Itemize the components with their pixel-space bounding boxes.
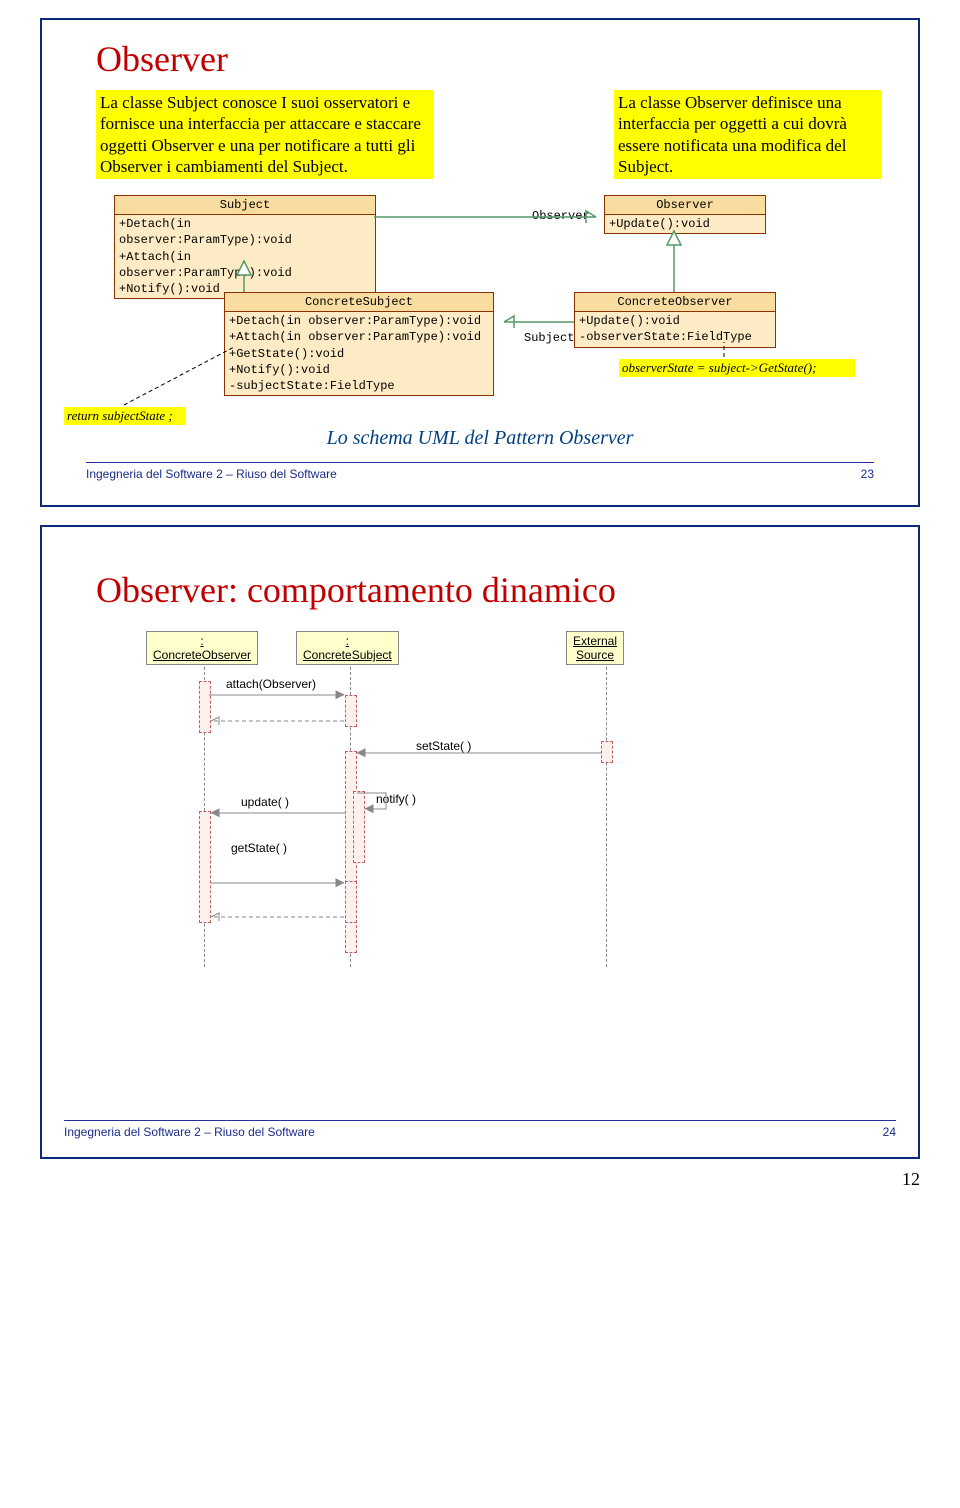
slide-24: Observer: comportamento dinamico : Concr… — [40, 525, 920, 1159]
footer-num: 24 — [883, 1125, 896, 1139]
slide-23: Observer La classe Subject conosce I suo… — [40, 18, 920, 507]
footer-num: 23 — [861, 467, 874, 481]
note-observer: La classe Observer definisce una interfa… — [614, 90, 882, 179]
slide-footer: Ingegneria del Software 2 – Riuso del So… — [64, 1125, 896, 1139]
seq-arrows — [86, 621, 786, 971]
slide-title: Observer: comportamento dinamico — [96, 569, 896, 611]
topnotes-row: La classe Subject conosce I suoi osserva… — [96, 90, 882, 179]
slide-footer: Ingegneria del Software 2 – Riuso del So… — [86, 467, 874, 481]
note-subject: La classe Subject conosce I suoi osserva… — [96, 90, 434, 179]
footer-text: Ingegneria del Software 2 – Riuso del So… — [86, 467, 337, 481]
slide-title: Observer — [96, 38, 896, 80]
footer-rule — [86, 462, 874, 463]
uml-connectors — [64, 187, 884, 437]
footer-rule — [64, 1120, 896, 1121]
footer-text: Ingegneria del Software 2 – Riuso del So… — [64, 1125, 315, 1139]
page-number: 12 — [0, 1169, 920, 1190]
uml-diagram: Subject +Detach(in observer:ParamType):v… — [64, 187, 896, 437]
sequence-diagram: : ConcreteObserver : ConcreteSubject Ext… — [86, 621, 874, 971]
